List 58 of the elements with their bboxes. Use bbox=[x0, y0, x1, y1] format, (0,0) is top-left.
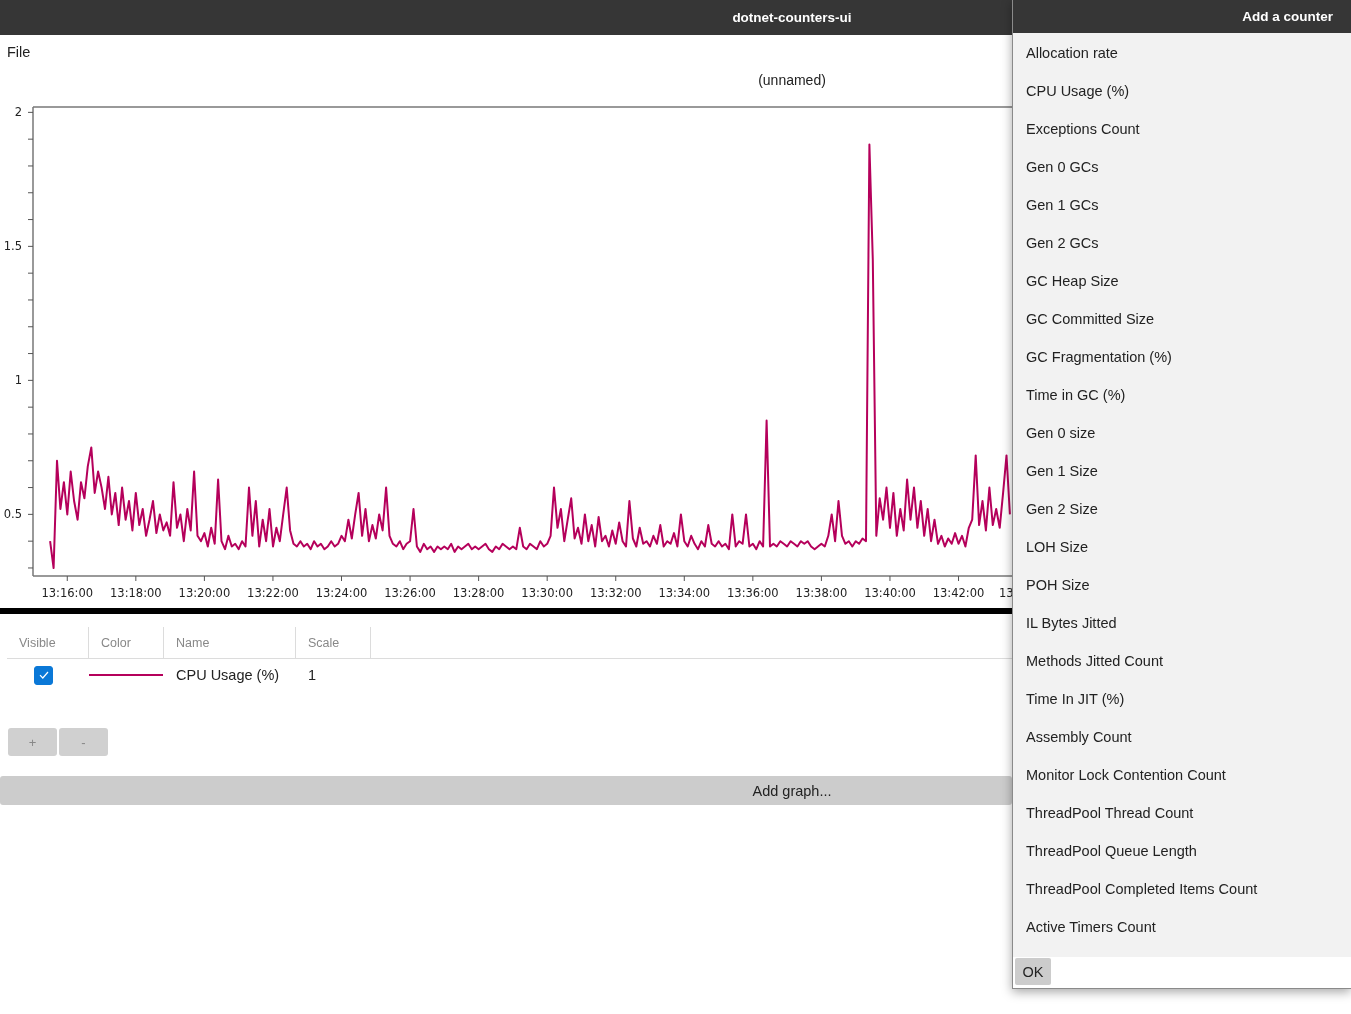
counter-option[interactable]: GC Committed Size bbox=[1013, 300, 1351, 338]
checkmark-icon bbox=[38, 671, 49, 679]
x-tick-label: 13:26:00 bbox=[384, 586, 436, 600]
counter-option[interactable]: Assembly Count bbox=[1013, 718, 1351, 756]
x-tick-label: 13:34:00 bbox=[658, 586, 711, 600]
x-tick-label: 13:18:00 bbox=[110, 586, 162, 600]
chart-title: (unnamed) bbox=[758, 72, 826, 88]
counter-option[interactable]: ThreadPool Completed Items Count bbox=[1013, 870, 1351, 908]
y-tick-label: 1 bbox=[14, 373, 22, 388]
y-tick-label: 2 bbox=[14, 105, 22, 120]
add-graph-button[interactable]: Add graph... bbox=[0, 776, 1012, 805]
counter-option[interactable]: Exceptions Count bbox=[1013, 110, 1351, 148]
x-tick-label: 13:16:00 bbox=[41, 586, 94, 600]
column-header: Name bbox=[163, 627, 295, 658]
x-tick-label: 13:38:00 bbox=[795, 586, 848, 600]
checkbox[interactable] bbox=[34, 665, 53, 685]
x-tick-label: 13:42:00 bbox=[932, 586, 985, 600]
counter-option[interactable]: Allocation rate bbox=[1013, 34, 1351, 72]
column-header: Scale bbox=[295, 627, 371, 658]
table-cell: CPU Usage (%) bbox=[176, 667, 280, 683]
counter-option[interactable]: Methods Jitted Count bbox=[1013, 642, 1351, 680]
menu-item[interactable]: File bbox=[7, 44, 31, 60]
table-cell: 1 bbox=[308, 667, 317, 683]
counter-option[interactable]: Time In JIT (%) bbox=[1013, 680, 1351, 718]
x-tick-label: 13:20:00 bbox=[178, 586, 231, 600]
counter-option[interactable]: ThreadPool Thread Count bbox=[1013, 794, 1351, 832]
counter-option[interactable]: Gen 2 GCs bbox=[1013, 224, 1351, 262]
counter-option[interactable]: Gen 1 GCs bbox=[1013, 186, 1351, 224]
column-header: Visible bbox=[18, 634, 57, 652]
x-tick-label: 13:32:00 bbox=[589, 586, 642, 600]
counter-option[interactable]: Gen 0 GCs bbox=[1013, 148, 1351, 186]
counter-option[interactable]: Monitor Lock Contention Count bbox=[1013, 756, 1351, 794]
counter-option[interactable]: Active Timers Count bbox=[1013, 908, 1351, 946]
counter-option[interactable]: Gen 0 size bbox=[1013, 414, 1351, 452]
x-tick-label: 13:40:00 bbox=[864, 586, 916, 600]
x-tick-label: 13:36:00 bbox=[727, 586, 779, 600]
x-tick-label: 13:30:00 bbox=[521, 586, 573, 600]
y-tick-label: 0.5 bbox=[3, 507, 22, 522]
column-header: Color bbox=[88, 627, 163, 658]
counter-option[interactable]: IL Bytes Jitted bbox=[1013, 604, 1351, 642]
counter-option[interactable]: GC Fragmentation (%) bbox=[1013, 338, 1351, 376]
counter-option[interactable]: LOH Size bbox=[1013, 528, 1351, 566]
x-tick-label: 13:28:00 bbox=[452, 586, 505, 600]
counter-option[interactable]: Gen 2 Size bbox=[1013, 490, 1351, 528]
x-tick-label: 13 bbox=[999, 586, 1012, 600]
line-swatch-icon[interactable] bbox=[89, 674, 163, 676]
x-tick-label: 13:22:00 bbox=[247, 586, 299, 600]
counter-option[interactable]: ThreadPool Queue Length bbox=[1013, 832, 1351, 870]
counter-option[interactable]: POH Size bbox=[1013, 566, 1351, 604]
counter-option[interactable]: GC Heap Size bbox=[1013, 262, 1351, 300]
counter-option[interactable]: Gen 1 Size bbox=[1013, 452, 1351, 490]
ok-button[interactable]: OK bbox=[1015, 958, 1051, 985]
counter-option[interactable]: CPU Usage (%) bbox=[1013, 72, 1351, 110]
dialog-title: Add a counter bbox=[1242, 9, 1333, 24]
y-tick-label: 1.5 bbox=[3, 239, 22, 254]
counter-option[interactable]: Time in GC (%) bbox=[1013, 376, 1351, 414]
x-tick-label: 13:24:00 bbox=[315, 586, 368, 600]
window-title: dotnet-counters-ui bbox=[732, 10, 852, 25]
